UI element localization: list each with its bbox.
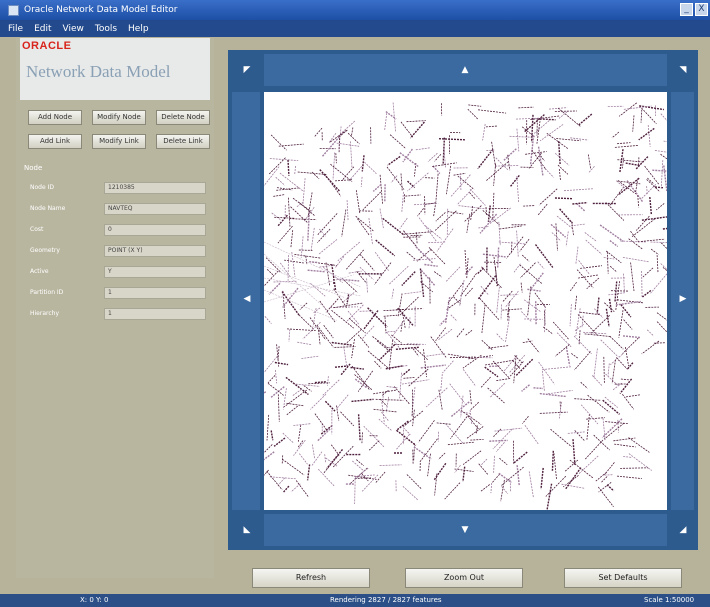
property-row: Node Name NAVTEQ — [30, 203, 210, 217]
add-link-button[interactable]: Add Link — [28, 134, 82, 149]
property-row: Cost 0 — [30, 224, 210, 238]
property-label: Node ID — [30, 184, 54, 191]
properties-section-label: Node — [24, 164, 43, 172]
modify-node-button[interactable]: Modify Node — [92, 110, 146, 125]
property-field[interactable]: Y — [104, 266, 206, 278]
logo-banner: ORACLE Network Data Model — [20, 38, 210, 100]
menu-help[interactable]: Help — [128, 24, 149, 34]
property-field[interactable]: 1 — [104, 308, 206, 320]
property-label: Geometry — [30, 247, 60, 254]
title-bar: Oracle Network Data Model Editor _ X — [0, 0, 710, 20]
delete-node-button[interactable]: Delete Node — [156, 110, 210, 125]
pan-south-icon[interactable]: ▼ — [459, 524, 471, 536]
status-coordinates: X: 0 Y: 0 — [80, 596, 109, 604]
brand-logo: ORACLE — [22, 40, 72, 52]
close-button[interactable]: X — [695, 3, 708, 16]
menu-edit[interactable]: Edit — [34, 24, 51, 34]
refresh-button[interactable]: Refresh — [252, 568, 370, 588]
property-row: Partition ID 1 — [30, 287, 210, 301]
property-row: Hierarchy 1 — [30, 308, 210, 322]
set-defaults-button[interactable]: Set Defaults — [564, 568, 682, 588]
pan-west-icon[interactable]: ◀ — [241, 293, 253, 305]
add-node-button[interactable]: Add Node — [28, 110, 82, 125]
network-map-canvas[interactable] — [264, 92, 667, 510]
left-panel: ORACLE Network Data Model Add Node Modif… — [16, 38, 214, 578]
property-label: Hierarchy — [30, 310, 60, 317]
pan-northeast-icon[interactable]: ◥ — [677, 64, 689, 76]
menu-tools[interactable]: Tools — [95, 24, 117, 34]
map-frame: ◤ ▲ ◥ ◀ ▶ ◣ ▼ ◢ — [228, 50, 698, 550]
zoom-out-button[interactable]: Zoom Out — [405, 568, 523, 588]
pan-southeast-icon[interactable]: ◢ — [677, 524, 689, 536]
road-network — [264, 102, 667, 510]
minimize-button[interactable]: _ — [680, 3, 693, 16]
menu-view[interactable]: View — [63, 24, 84, 34]
property-field[interactable]: 1210385 — [104, 182, 206, 194]
status-scale: Scale 1:50000 — [644, 596, 695, 604]
menu-file[interactable]: File — [8, 24, 23, 34]
property-label: Cost — [30, 226, 44, 233]
property-field[interactable]: POINT (X Y) — [104, 245, 206, 257]
property-label: Partition ID — [30, 289, 64, 296]
property-label: Active — [30, 268, 49, 275]
pan-northwest-icon[interactable]: ◤ — [241, 64, 253, 76]
delete-link-button[interactable]: Delete Link — [156, 134, 210, 149]
pan-east-icon[interactable]: ▶ — [677, 293, 689, 305]
pan-southwest-icon[interactable]: ◣ — [241, 524, 253, 536]
menu-bar: File Edit View Tools Help — [0, 20, 710, 37]
property-field[interactable]: 1 — [104, 287, 206, 299]
status-message: Rendering 2827 / 2827 features — [330, 596, 442, 604]
status-bar: X: 0 Y: 0 Rendering 2827 / 2827 features… — [0, 594, 710, 607]
property-label: Node Name — [30, 205, 66, 212]
modify-link-button[interactable]: Modify Link — [92, 134, 146, 149]
pan-north-icon[interactable]: ▲ — [459, 64, 471, 76]
property-row: Node ID 1210385 — [30, 182, 210, 196]
app-icon — [8, 4, 19, 16]
property-row: Geometry POINT (X Y) — [30, 245, 210, 259]
property-row: Active Y — [30, 266, 210, 280]
window-title: Oracle Network Data Model Editor — [24, 5, 178, 15]
property-field[interactable]: NAVTEQ — [104, 203, 206, 215]
property-field[interactable]: 0 — [104, 224, 206, 236]
product-title: Network Data Model — [26, 62, 171, 81]
